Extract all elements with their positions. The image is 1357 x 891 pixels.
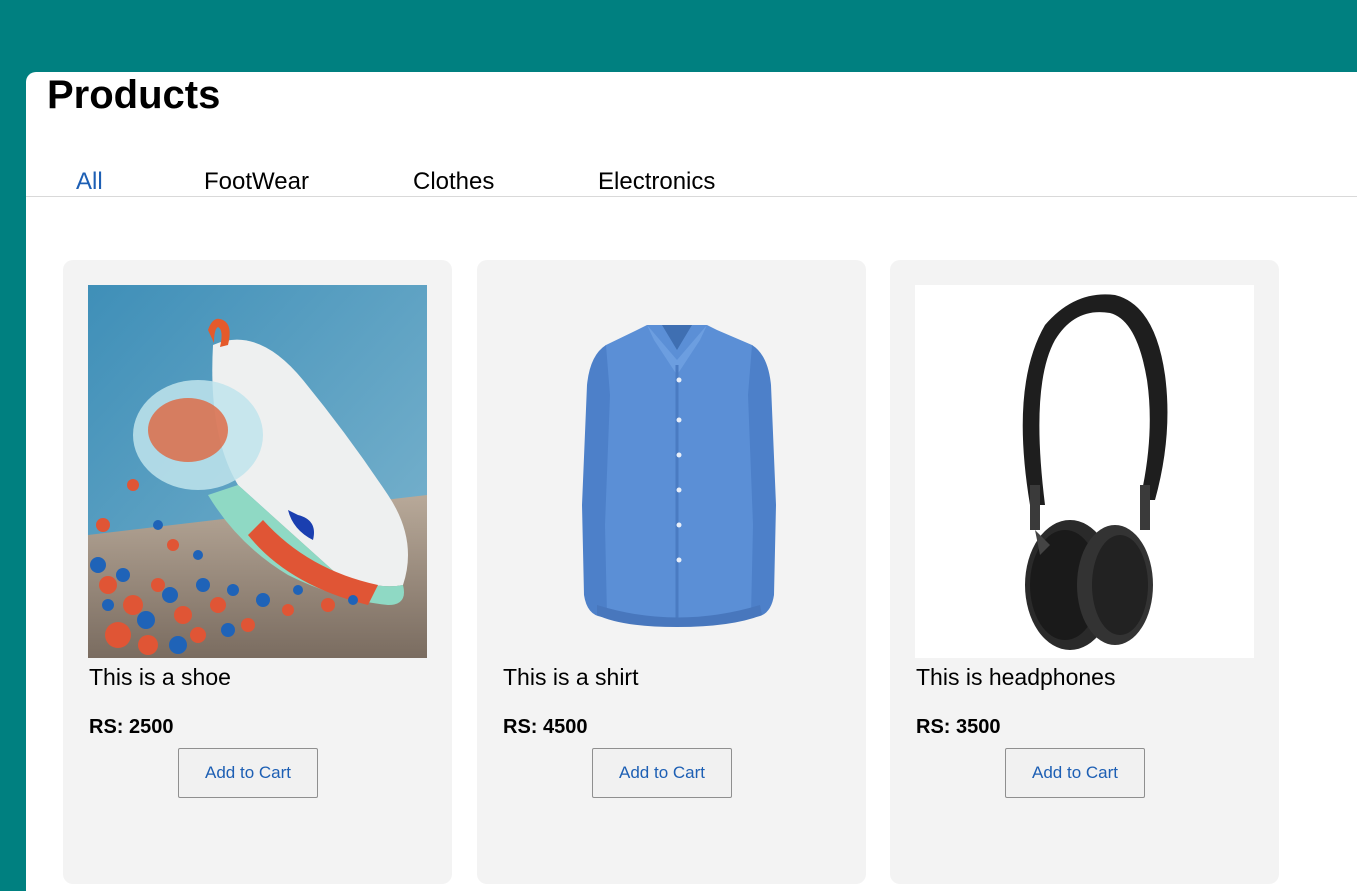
headphones-image [915,285,1254,658]
product-description: This is a shirt [503,664,639,690]
product-price: RS: 3500 [916,716,1001,738]
product-description: This is headphones [916,664,1116,690]
page-title: Products [47,73,221,117]
product-card: This is a shoe RS: 2500 Add to Cart [63,260,452,884]
add-to-cart-button[interactable]: Add to Cart [592,748,732,798]
main-panel: Products All FootWear Clothes Electronic… [26,72,1357,891]
add-to-cart-button[interactable]: Add to Cart [1005,748,1145,798]
tab-all[interactable]: All [76,168,103,196]
tab-footwear[interactable]: FootWear [204,168,309,196]
product-card: This is a shirt RS: 4500 Add to Cart [477,260,866,884]
tab-clothes[interactable]: Clothes [413,168,494,196]
category-tabs: All FootWear Clothes Electronics [26,166,1357,197]
product-description: This is a shoe [89,664,231,690]
shirt-image [502,285,841,658]
add-to-cart-button[interactable]: Add to Cart [178,748,318,798]
tab-electronics[interactable]: Electronics [598,168,715,196]
product-card: This is headphones RS: 3500 Add to Cart [890,260,1279,884]
product-price: RS: 2500 [89,716,174,738]
shoe-image [88,285,427,658]
product-price: RS: 4500 [503,716,588,738]
